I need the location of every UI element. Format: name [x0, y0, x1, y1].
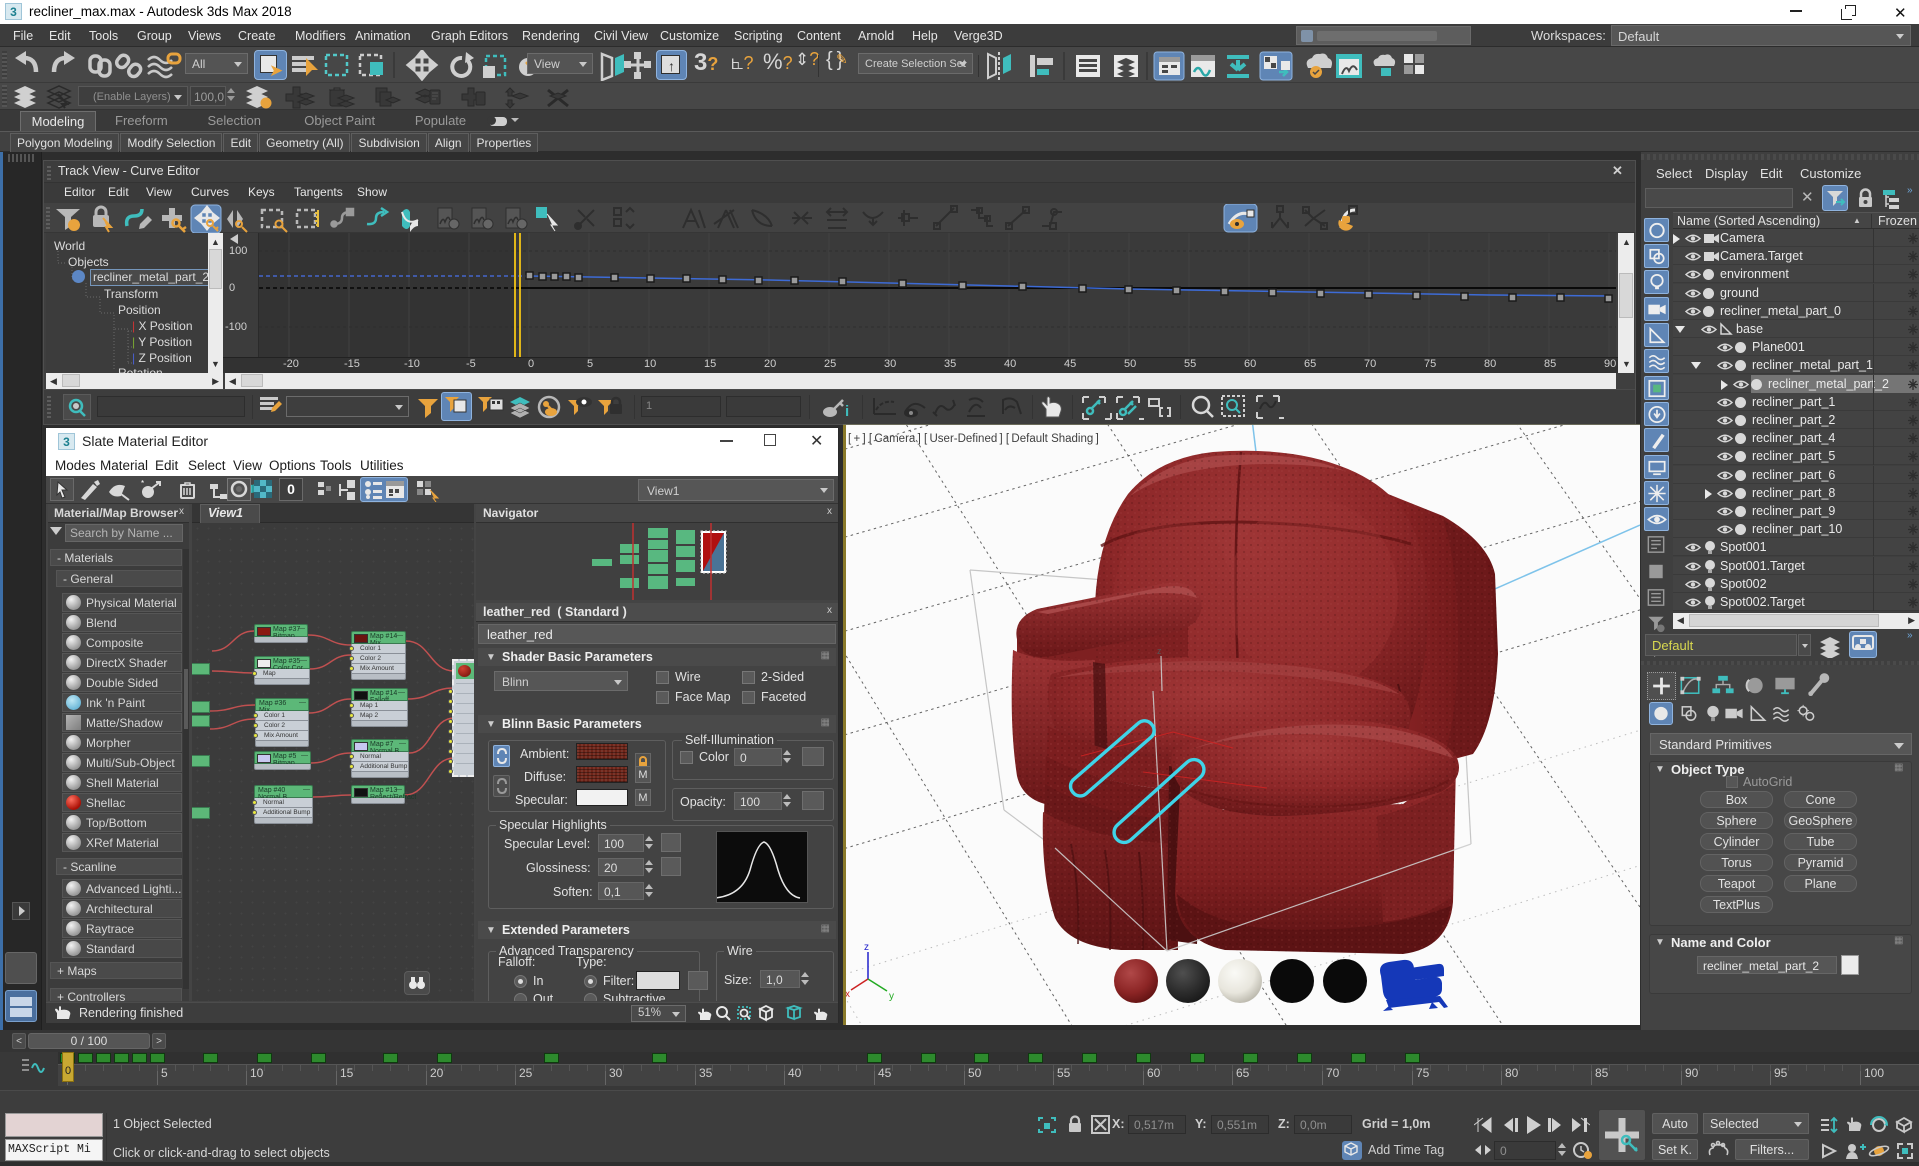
svg-text:z: z [864, 942, 869, 953]
svg-text:z: z [1157, 646, 1162, 656]
svg-text:y: y [889, 991, 894, 1002]
svg-text:*: * [141, 479, 144, 488]
svg-text:i: i [845, 403, 849, 420]
